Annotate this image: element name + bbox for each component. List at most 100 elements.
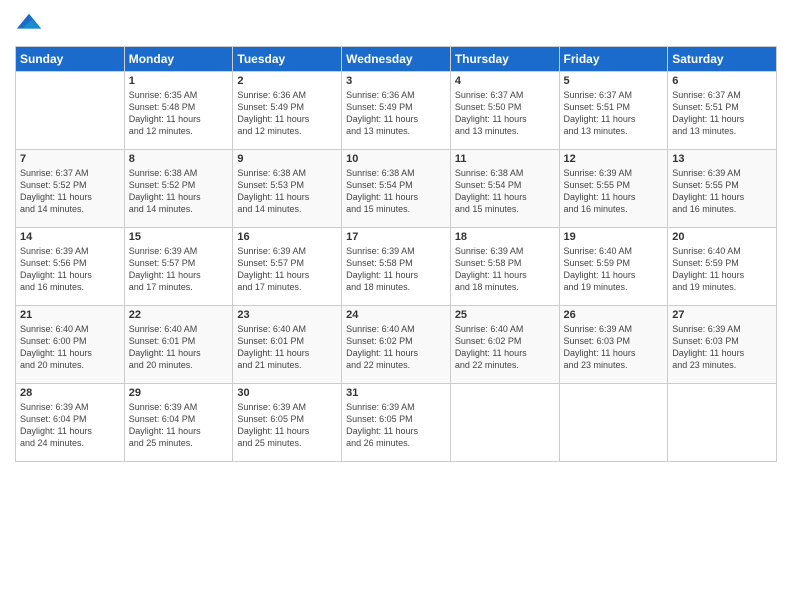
day-info: Sunrise: 6:40 AM Sunset: 6:01 PM Dayligh…	[237, 323, 337, 372]
day-number: 4	[455, 75, 555, 87]
day-cell: 28 Sunrise: 6:39 AM Sunset: 6:04 PM Dayli…	[16, 384, 125, 462]
day-info: Sunrise: 6:38 AM Sunset: 5:52 PM Dayligh…	[129, 167, 229, 216]
day-number: 13	[672, 153, 772, 165]
day-info: Sunrise: 6:39 AM Sunset: 5:55 PM Dayligh…	[564, 167, 664, 216]
day-info: Sunrise: 6:40 AM Sunset: 5:59 PM Dayligh…	[564, 245, 664, 294]
week-row-1: 1Sunrise: 6:35 AM Sunset: 5:48 PM Daylig…	[16, 72, 777, 150]
day-number: 24	[346, 309, 446, 321]
day-info: Sunrise: 6:39 AM Sunset: 5:56 PM Dayligh…	[20, 245, 120, 294]
header	[15, 10, 777, 38]
day-info: Sunrise: 6:39 AM Sunset: 5:58 PM Dayligh…	[346, 245, 446, 294]
day-header-tuesday: Tuesday	[233, 47, 342, 72]
day-cell: 8Sunrise: 6:38 AM Sunset: 5:52 PM Daylig…	[124, 150, 233, 228]
day-info: Sunrise: 6:40 AM Sunset: 5:59 PM Dayligh…	[672, 245, 772, 294]
week-row-5: 28 Sunrise: 6:39 AM Sunset: 6:04 PM Dayli…	[16, 384, 777, 462]
day-cell: 20 Sunrise: 6:40 AM Sunset: 5:59 PM Dayli…	[668, 228, 777, 306]
day-cell: 26Sunrise: 6:39 AM Sunset: 6:03 PM Dayli…	[559, 306, 668, 384]
day-number: 5	[564, 75, 664, 87]
day-cell	[559, 384, 668, 462]
day-cell: 22Sunrise: 6:40 AM Sunset: 6:01 PM Dayli…	[124, 306, 233, 384]
day-info: Sunrise: 6:39 AM Sunset: 6:05 PM Dayligh…	[237, 401, 337, 450]
header-row: SundayMondayTuesdayWednesdayThursdayFrid…	[16, 47, 777, 72]
day-cell: 19 Sunrise: 6:40 AM Sunset: 5:59 PM Dayli…	[559, 228, 668, 306]
day-number: 21	[20, 309, 120, 321]
day-info: Sunrise: 6:37 AM Sunset: 5:51 PM Dayligh…	[564, 89, 664, 138]
day-info: Sunrise: 6:35 AM Sunset: 5:48 PM Dayligh…	[129, 89, 229, 138]
day-cell: 29 Sunrise: 6:39 AM Sunset: 6:04 PM Dayli…	[124, 384, 233, 462]
day-cell: 23 Sunrise: 6:40 AM Sunset: 6:01 PM Dayli…	[233, 306, 342, 384]
day-cell	[450, 384, 559, 462]
day-header-sunday: Sunday	[16, 47, 125, 72]
day-header-wednesday: Wednesday	[342, 47, 451, 72]
day-number: 17	[346, 231, 446, 243]
day-number: 14	[20, 231, 120, 243]
day-number: 18	[455, 231, 555, 243]
day-info: Sunrise: 6:40 AM Sunset: 6:02 PM Dayligh…	[346, 323, 446, 372]
day-header-saturday: Saturday	[668, 47, 777, 72]
day-cell	[16, 72, 125, 150]
day-number: 19	[564, 231, 664, 243]
day-cell: 31 Sunrise: 6:39 AM Sunset: 6:05 PM Dayli…	[342, 384, 451, 462]
day-info: Sunrise: 6:38 AM Sunset: 5:53 PM Dayligh…	[237, 167, 337, 216]
day-info: Sunrise: 6:38 AM Sunset: 5:54 PM Dayligh…	[346, 167, 446, 216]
day-cell: 18 Sunrise: 6:39 AM Sunset: 5:58 PM Dayli…	[450, 228, 559, 306]
day-info: Sunrise: 6:39 AM Sunset: 5:58 PM Dayligh…	[455, 245, 555, 294]
day-cell: 9 Sunrise: 6:38 AM Sunset: 5:53 PM Daylig…	[233, 150, 342, 228]
day-cell: 10Sunrise: 6:38 AM Sunset: 5:54 PM Dayli…	[342, 150, 451, 228]
day-number: 6	[672, 75, 772, 87]
day-info: Sunrise: 6:37 AM Sunset: 5:51 PM Dayligh…	[672, 89, 772, 138]
week-row-4: 21Sunrise: 6:40 AM Sunset: 6:00 PM Dayli…	[16, 306, 777, 384]
day-cell: 16Sunrise: 6:39 AM Sunset: 5:57 PM Dayli…	[233, 228, 342, 306]
day-cell: 27Sunrise: 6:39 AM Sunset: 6:03 PM Dayli…	[668, 306, 777, 384]
day-number: 25	[455, 309, 555, 321]
logo-icon	[15, 10, 43, 38]
day-info: Sunrise: 6:36 AM Sunset: 5:49 PM Dayligh…	[346, 89, 446, 138]
day-info: Sunrise: 6:39 AM Sunset: 5:57 PM Dayligh…	[129, 245, 229, 294]
day-number: 12	[564, 153, 664, 165]
day-header-friday: Friday	[559, 47, 668, 72]
day-number: 20	[672, 231, 772, 243]
logo	[15, 10, 47, 38]
day-cell: 21Sunrise: 6:40 AM Sunset: 6:00 PM Dayli…	[16, 306, 125, 384]
day-info: Sunrise: 6:40 AM Sunset: 6:01 PM Dayligh…	[129, 323, 229, 372]
day-cell: 11Sunrise: 6:38 AM Sunset: 5:54 PM Dayli…	[450, 150, 559, 228]
day-number: 28	[20, 387, 120, 399]
day-cell: 12 Sunrise: 6:39 AM Sunset: 5:55 PM Dayli…	[559, 150, 668, 228]
day-info: Sunrise: 6:37 AM Sunset: 5:50 PM Dayligh…	[455, 89, 555, 138]
week-row-3: 14 Sunrise: 6:39 AM Sunset: 5:56 PM Dayli…	[16, 228, 777, 306]
calendar-table: SundayMondayTuesdayWednesdayThursdayFrid…	[15, 46, 777, 462]
day-number: 2	[237, 75, 337, 87]
day-header-monday: Monday	[124, 47, 233, 72]
week-row-2: 7Sunrise: 6:37 AM Sunset: 5:52 PM Daylig…	[16, 150, 777, 228]
day-info: Sunrise: 6:38 AM Sunset: 5:54 PM Dayligh…	[455, 167, 555, 216]
day-number: 16	[237, 231, 337, 243]
day-info: Sunrise: 6:39 AM Sunset: 6:03 PM Dayligh…	[564, 323, 664, 372]
day-cell: 30 Sunrise: 6:39 AM Sunset: 6:05 PM Dayli…	[233, 384, 342, 462]
day-cell: 4 Sunrise: 6:37 AM Sunset: 5:50 PM Daylig…	[450, 72, 559, 150]
calendar-page: SundayMondayTuesdayWednesdayThursdayFrid…	[0, 0, 792, 472]
day-number: 9	[237, 153, 337, 165]
day-number: 31	[346, 387, 446, 399]
day-cell: 25 Sunrise: 6:40 AM Sunset: 6:02 PM Dayli…	[450, 306, 559, 384]
day-number: 30	[237, 387, 337, 399]
day-cell: 1Sunrise: 6:35 AM Sunset: 5:48 PM Daylig…	[124, 72, 233, 150]
day-info: Sunrise: 6:39 AM Sunset: 6:03 PM Dayligh…	[672, 323, 772, 372]
day-cell: 6 Sunrise: 6:37 AM Sunset: 5:51 PM Daylig…	[668, 72, 777, 150]
day-info: Sunrise: 6:39 AM Sunset: 6:04 PM Dayligh…	[129, 401, 229, 450]
day-number: 15	[129, 231, 229, 243]
day-number: 3	[346, 75, 446, 87]
day-number: 29	[129, 387, 229, 399]
day-cell: 17 Sunrise: 6:39 AM Sunset: 5:58 PM Dayli…	[342, 228, 451, 306]
day-header-thursday: Thursday	[450, 47, 559, 72]
day-info: Sunrise: 6:39 AM Sunset: 6:05 PM Dayligh…	[346, 401, 446, 450]
day-cell: 5 Sunrise: 6:37 AM Sunset: 5:51 PM Daylig…	[559, 72, 668, 150]
day-cell	[668, 384, 777, 462]
day-cell: 13 Sunrise: 6:39 AM Sunset: 5:55 PM Dayli…	[668, 150, 777, 228]
day-number: 23	[237, 309, 337, 321]
day-cell: 3 Sunrise: 6:36 AM Sunset: 5:49 PM Daylig…	[342, 72, 451, 150]
day-info: Sunrise: 6:39 AM Sunset: 5:55 PM Dayligh…	[672, 167, 772, 216]
day-cell: 24 Sunrise: 6:40 AM Sunset: 6:02 PM Dayli…	[342, 306, 451, 384]
day-info: Sunrise: 6:40 AM Sunset: 6:02 PM Dayligh…	[455, 323, 555, 372]
day-info: Sunrise: 6:37 AM Sunset: 5:52 PM Dayligh…	[20, 167, 120, 216]
day-info: Sunrise: 6:39 AM Sunset: 6:04 PM Dayligh…	[20, 401, 120, 450]
